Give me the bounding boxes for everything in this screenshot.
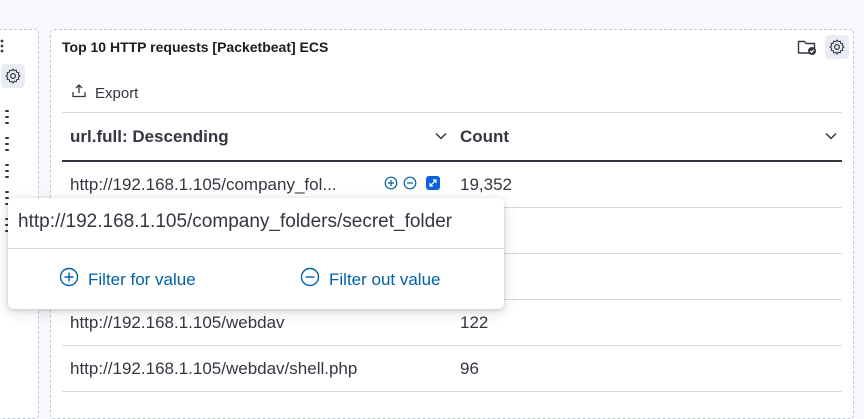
table-row: http://192.168.1.105/webdav/shell.php 96 — [62, 346, 842, 392]
expand-icon[interactable] — [426, 176, 440, 190]
divider — [8, 248, 504, 249]
gear-icon[interactable] — [825, 35, 849, 59]
export-label: Export — [95, 84, 139, 102]
chevron-down-icon[interactable] — [434, 129, 448, 143]
column-header-label: Count — [460, 126, 510, 146]
chevron-down-icon[interactable] — [824, 129, 838, 143]
options-icon-fragment[interactable] — [0, 38, 6, 54]
column-header-label: url.full: Descending — [70, 126, 229, 146]
drag-handle-icon[interactable] — [5, 164, 9, 178]
minus-circle-icon[interactable] — [403, 176, 417, 190]
column-header-url[interactable]: url.full: Descending — [70, 113, 454, 160]
export-button[interactable]: Export — [71, 83, 138, 103]
count-cell[interactable]: 96 — [460, 346, 479, 391]
table-header: url.full: Descending Count — [62, 113, 842, 162]
cell-popover: http://192.168.1.105/company_folders/sec… — [8, 198, 504, 309]
filter-for-value-label: Filter for value — [88, 269, 196, 289]
gear-icon[interactable] — [1, 64, 25, 88]
popover-value: http://192.168.1.105/company_folders/sec… — [18, 211, 453, 232]
filter-out-value-label: Filter out value — [329, 269, 441, 289]
url-cell[interactable]: http://192.168.1.105/webdav/shell.php — [70, 346, 357, 391]
drag-handle-icon[interactable] — [5, 110, 9, 124]
filter-for-value-button[interactable]: Filter for value — [59, 267, 196, 292]
minus-circle-icon — [300, 267, 320, 292]
column-header-count[interactable]: Count — [460, 113, 844, 160]
folder-check-icon[interactable] — [795, 35, 819, 59]
export-icon — [71, 83, 87, 103]
plus-circle-icon — [59, 267, 79, 292]
plus-circle-icon[interactable] — [384, 176, 398, 190]
filter-out-value-button[interactable]: Filter out value — [300, 267, 441, 292]
panel-title: Top 10 HTTP requests [Packetbeat] ECS — [62, 39, 329, 55]
drag-handle-icon[interactable] — [5, 137, 9, 151]
